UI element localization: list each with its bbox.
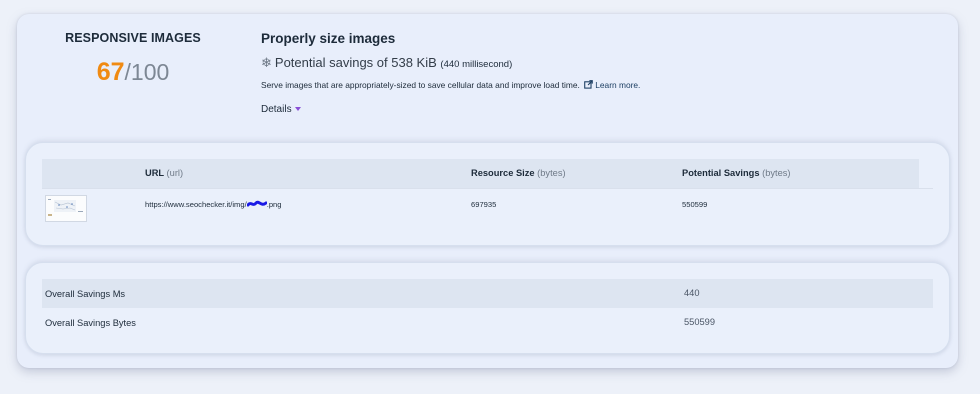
score-title: RESPONSIVE IMAGES [65, 31, 201, 45]
potential-savings: ❄ Potential savings of 538 KiB (440 milli… [261, 55, 512, 71]
summary-row: Overall Savings Ms 440 [42, 279, 933, 308]
details-table-panel: URL (url) Resource Size (bytes) Potentia… [25, 142, 950, 246]
summary-panel: Overall Savings Ms 440 Overall Savings B… [25, 262, 950, 354]
learn-more-link[interactable]: Learn more. [595, 80, 640, 90]
column-header-resource-size: Resource Size (bytes) [471, 168, 566, 178]
summary-label: Overall Savings Bytes [45, 318, 136, 328]
score-max: /100 [124, 59, 170, 85]
resource-size-cell: 697935 [471, 200, 497, 209]
redaction-mark [246, 200, 267, 207]
table-header: URL (url) Resource Size (bytes) Potentia… [42, 159, 919, 188]
audit-description: Serve images that are appropriately-size… [261, 80, 640, 90]
savings-ms: (440 millisecond) [440, 59, 513, 70]
audit-title: Properly size images [261, 31, 396, 46]
summary-label: Overall Savings Ms [45, 289, 126, 299]
details-label: Details [261, 104, 292, 115]
snowflake-icon: ❄ [261, 55, 272, 70]
potential-savings-cell: 550599 [682, 200, 708, 209]
savings-text: Potential savings of 538 KiB [274, 55, 437, 70]
summary-value: 550599 [684, 317, 716, 327]
audit-card: RESPONSIVE IMAGES 67/100 Properly size i… [17, 14, 958, 368]
column-header-url: URL (url) [145, 168, 184, 178]
caret-down-icon [294, 107, 301, 111]
summary-value: 440 [684, 288, 700, 298]
details-toggle[interactable]: Details [261, 104, 301, 115]
external-link-icon[interactable] [584, 80, 594, 89]
summary-row: Overall Savings Bytes 550599 [42, 308, 933, 337]
url-cell[interactable]: https://www.seochecker.it/img/ .png [145, 200, 282, 209]
description-text: Serve images that are appropriately-size… [261, 80, 580, 90]
image-thumbnail[interactable] [45, 195, 87, 222]
column-header-potential-savings: Potential Savings (bytes) [682, 168, 791, 178]
score-display: 67/100 [65, 58, 201, 87]
table-row: https://www.seochecker.it/img/ .png 6979… [42, 189, 933, 225]
score-value: 67 [96, 58, 125, 86]
